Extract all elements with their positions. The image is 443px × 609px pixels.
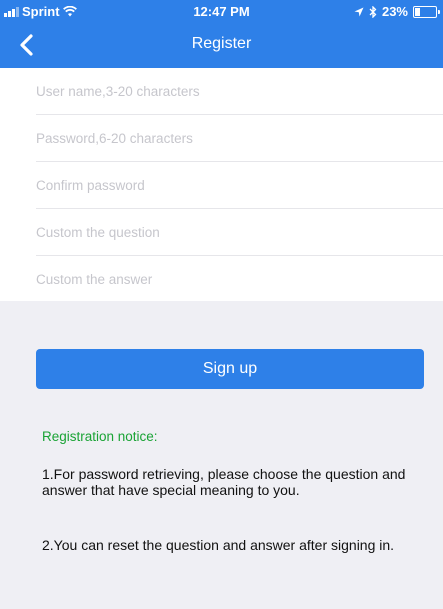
confirm-password-row (36, 162, 443, 209)
app-header: Sprint 12:47 PM 23% Register (0, 0, 443, 68)
status-right-group: 23% (354, 4, 440, 19)
password-row (36, 115, 443, 162)
confirm-password-input[interactable] (36, 162, 426, 208)
battery-percentage: 23% (381, 4, 408, 19)
question-row (36, 209, 443, 256)
custom-question-input[interactable] (36, 209, 426, 255)
username-row (36, 68, 443, 115)
location-arrow-icon (354, 7, 364, 16)
username-input[interactable] (36, 68, 426, 114)
password-input[interactable] (36, 115, 426, 161)
notice-item-2: 2.You can reset the question and answer … (42, 537, 395, 553)
page-title: Register (191, 35, 252, 52)
notice-title: Registration notice: (42, 429, 158, 444)
bluetooth-icon (369, 5, 377, 18)
sign-up-button[interactable]: Sign up (36, 349, 424, 389)
status-bar: Sprint 12:47 PM 23% (0, 0, 443, 22)
registration-form (0, 68, 443, 302)
battery-icon (413, 5, 440, 18)
answer-row (36, 256, 443, 302)
notice-item-1: 1.For password retrieving, please choose… (42, 466, 406, 498)
custom-answer-input[interactable] (36, 256, 426, 302)
nav-bar: Register (0, 22, 443, 68)
